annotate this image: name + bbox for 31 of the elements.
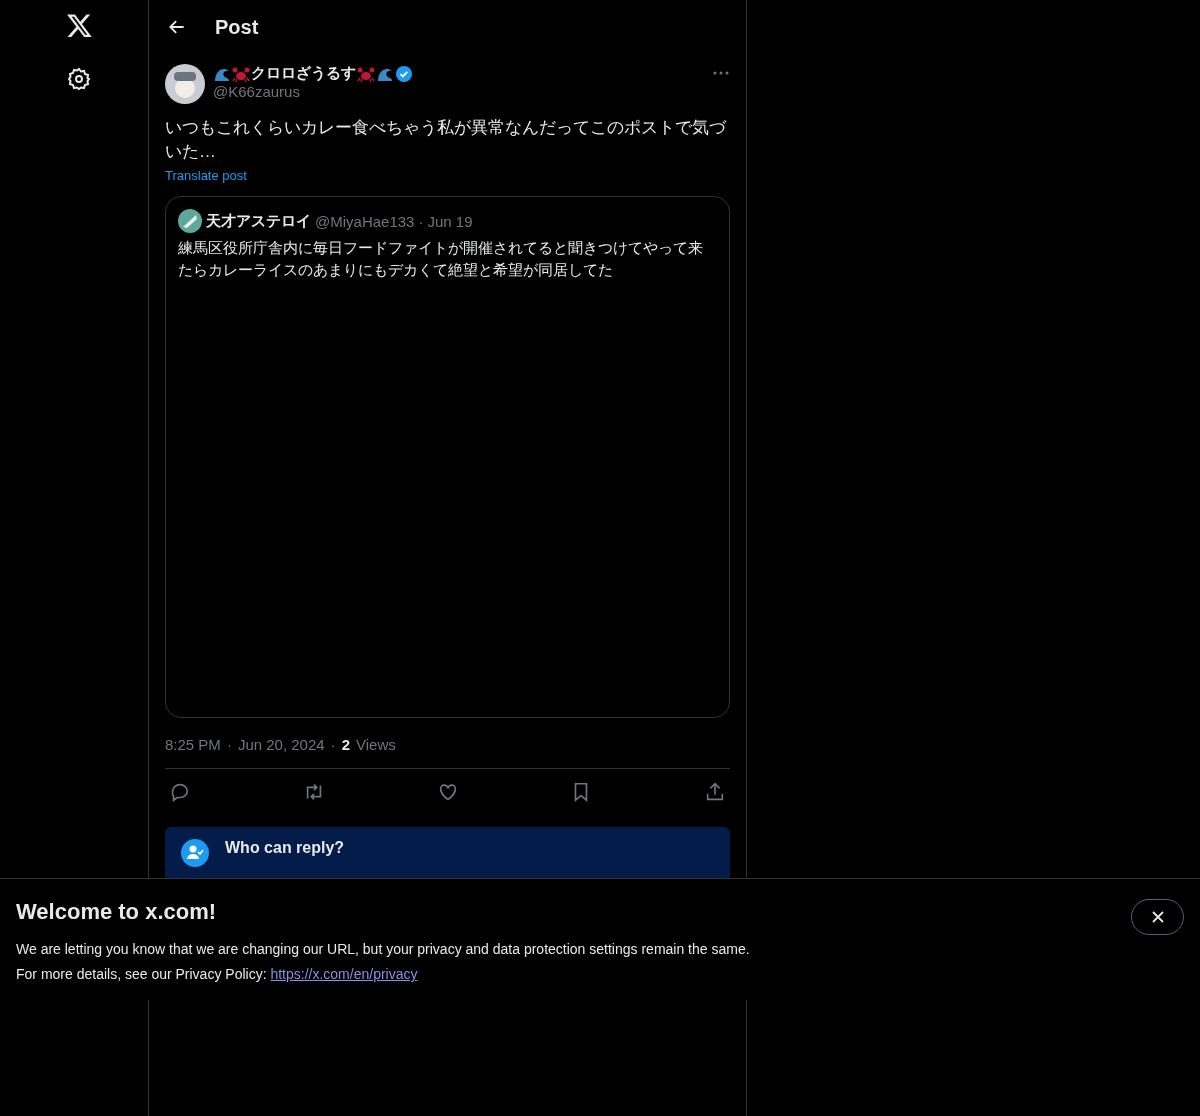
translate-link[interactable]: Translate post [165,168,247,183]
banner-text: We are letting you know that we are changing our URL, but your privacy and data protection settings remain the same. [16,940,751,959]
views-label: Views [355,736,396,753]
banner-text: For more details, see our Privacy Policy: https://x.com/en/privacy [16,965,419,984]
person-check-icon [181,839,209,867]
views-count: 2 [341,736,350,753]
post-time[interactable]: 8:25 PM [165,736,221,753]
author-name[interactable]: クロロざうるす [251,64,356,83]
close-icon [1149,909,1166,925]
quote-author-handle: @MiyaHae133 [315,212,415,230]
settings-icon[interactable] [67,67,91,91]
quote-date: Jun 19 [427,212,473,230]
page-title: Post [215,15,259,39]
quote-avatar [178,209,202,233]
notice-title: Who can reply? [225,839,345,857]
post-text: いつもこれくらいカレー食べちゃう私が異常なんだってこのポストで気づいた… [165,117,728,163]
separator-dot: · [418,212,424,230]
separator-dot: · [330,736,336,753]
quote-author-name: 天才アステロイ [206,211,311,231]
close-button[interactable] [1131,899,1184,935]
separator-dot: · [226,736,232,753]
author-handle[interactable]: @K66zaurus [213,83,704,100]
avatar[interactable] [165,64,205,104]
post-date[interactable]: Jun 20, 2024 [237,736,325,753]
x-logo-icon[interactable] [65,12,93,39]
banner-title: Welcome to x.com! [16,899,218,925]
reply-icon[interactable] [169,781,191,803]
share-icon[interactable] [704,781,726,803]
quoted-post[interactable]: 天才アステロイ @MiyaHae133 · Jun 19 練馬区役所庁舎内に毎日フードファイトが開催されてると聞きつけてやって来たらカレーライスのあまりにもデカくて絶望と希望が同居してた [165,196,730,718]
privacy-link[interactable]: https://x.com/en/privacy [270,966,418,982]
quote-text: 練馬区役所庁舎内に毎日フードファイトが開催されてると聞きつけてやって来たらカレーライスのあまりにもデカくて絶望と希望が同居してた [178,238,704,280]
